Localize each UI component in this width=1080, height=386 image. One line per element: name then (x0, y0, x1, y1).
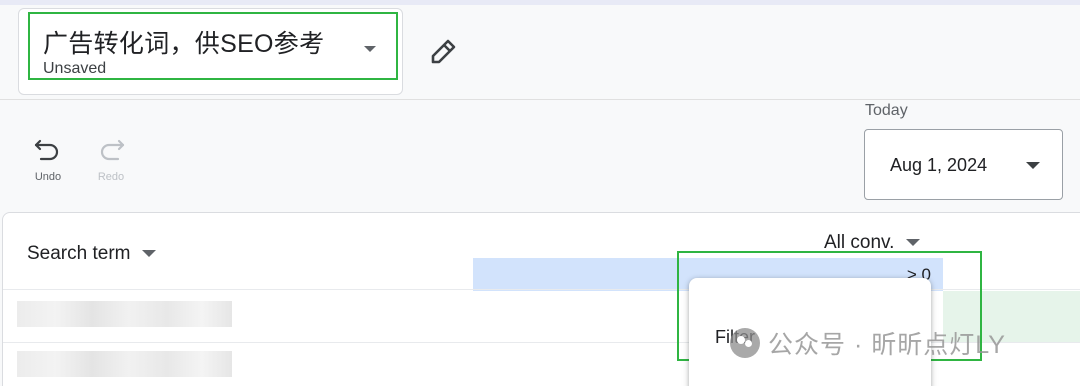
redo-icon (100, 139, 125, 161)
chevron-down-icon[interactable] (364, 46, 376, 52)
sort-caret-icon (906, 239, 921, 247)
pencil-icon (431, 39, 456, 64)
undo-label: Undo (34, 171, 62, 183)
report-status: Unsaved (43, 60, 107, 77)
wechat-icon (730, 328, 760, 358)
redacted-search-term (17, 301, 232, 327)
column-header-label: All conv. (824, 232, 895, 253)
toolbar-divider (0, 99, 1080, 100)
watermark: 公众号 · 昕昕点灯LY (730, 326, 1006, 360)
watermark-text: 公众号 · 昕昕点灯LY (768, 331, 1006, 359)
undo-icon (34, 139, 59, 161)
column-header-search-term[interactable]: Search term (27, 243, 157, 265)
redacted-search-term (17, 351, 232, 377)
redo-label: Redo (97, 171, 125, 183)
chevron-down-icon (1026, 162, 1040, 169)
top-strip (0, 0, 1080, 5)
date-range-label: Today (865, 102, 908, 119)
redo-button[interactable]: Redo (86, 136, 136, 183)
edit-button[interactable] (424, 32, 464, 72)
report-title[interactable]: 广告转化词，供SEO参考 (43, 24, 324, 60)
date-range-value: Aug 1, 2024 (890, 155, 988, 175)
date-range-select[interactable]: Aug 1, 2024 (864, 129, 1063, 200)
undo-button[interactable]: Undo (23, 136, 73, 183)
column-header-label: Search term (27, 243, 131, 264)
sort-caret-icon (142, 250, 157, 258)
